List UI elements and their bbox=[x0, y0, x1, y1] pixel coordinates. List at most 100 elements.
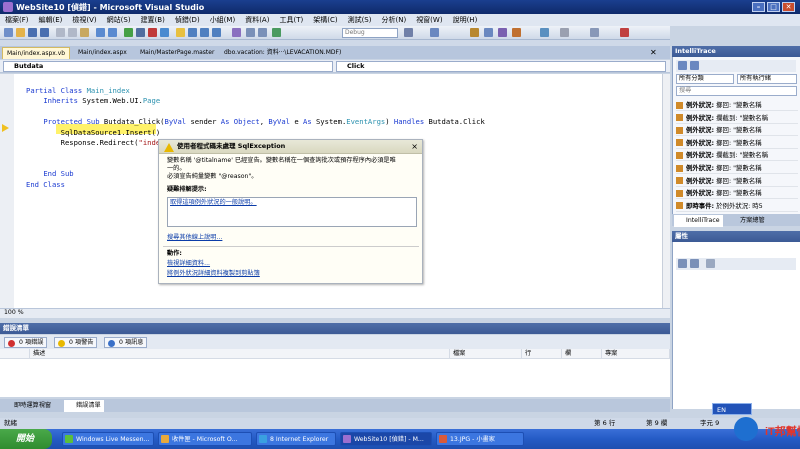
cut-icon[interactable] bbox=[56, 28, 65, 37]
options-icon[interactable] bbox=[620, 28, 629, 37]
tab-solution-explorer[interactable]: 方案總管 bbox=[728, 215, 768, 227]
close-button[interactable]: ✕ bbox=[782, 2, 795, 12]
alphabetical-icon[interactable] bbox=[690, 259, 699, 268]
continue-icon[interactable] bbox=[124, 28, 133, 37]
column-file[interactable]: 檔案 bbox=[450, 349, 522, 359]
menu-data[interactable]: 資料(A) bbox=[240, 14, 274, 26]
copy-exception-link[interactable]: 將例外狀況詳細資料複製到剪貼簿 bbox=[167, 270, 260, 278]
copy-icon[interactable] bbox=[68, 28, 77, 37]
thread-filter[interactable]: 所有執行緒 bbox=[737, 74, 797, 84]
save-all-icon[interactable] bbox=[40, 28, 49, 37]
exception-event-icon bbox=[676, 126, 683, 134]
view-detail-link[interactable]: 檢視詳細資料... bbox=[167, 260, 210, 268]
maximize-button[interactable]: □ bbox=[767, 2, 780, 12]
show-next-statement-icon[interactable] bbox=[176, 28, 185, 37]
restart-icon[interactable] bbox=[160, 28, 169, 37]
editor-vertical-scrollbar[interactable] bbox=[662, 74, 670, 308]
search-online-link[interactable]: 搜尋其他線上說明... bbox=[167, 234, 222, 242]
redo-icon[interactable] bbox=[108, 28, 117, 37]
menu-edit[interactable]: 編輯(E) bbox=[34, 14, 68, 26]
menu-analyze[interactable]: 分析(N) bbox=[376, 14, 411, 26]
task-internet-explorer[interactable]: 8 Internet Explorer bbox=[256, 432, 336, 446]
task-live-messenger[interactable]: Windows Live Messen... bbox=[62, 432, 154, 446]
method-name-combo[interactable]: Click bbox=[336, 61, 666, 72]
menu-test[interactable]: 測試(S) bbox=[343, 14, 377, 26]
tab-index-aspx[interactable]: Main/index.aspx bbox=[74, 47, 131, 59]
intellitrace-event[interactable]: 例外狀況: 擲回: "變數名稱 bbox=[676, 175, 798, 187]
extension-manager-icon[interactable] bbox=[560, 28, 569, 37]
intellitrace-event[interactable]: 例外狀況: 擲回: "變數名稱 bbox=[676, 124, 798, 137]
code-line: Partial Class Main_index bbox=[26, 86, 130, 95]
events-view-icon[interactable] bbox=[678, 61, 687, 70]
task-visual-studio[interactable]: WebSite10 [偵錯] - M... bbox=[340, 432, 432, 446]
column-project[interactable]: 專案 bbox=[602, 349, 670, 359]
undo-icon[interactable] bbox=[96, 28, 105, 37]
menu-debug[interactable]: 偵錯(D) bbox=[170, 14, 205, 26]
toolbox-icon[interactable] bbox=[512, 28, 521, 37]
platform-icon[interactable] bbox=[404, 28, 413, 37]
intellitrace-event[interactable]: 例外狀況: 擲回: "變數名稱 bbox=[676, 137, 798, 149]
tab-immediate-window[interactable]: 即時運算視窗 bbox=[2, 400, 54, 412]
save-icon[interactable] bbox=[28, 28, 37, 37]
step-over-icon[interactable] bbox=[200, 28, 209, 37]
popup-close-icon[interactable]: × bbox=[411, 142, 418, 151]
category-filter[interactable]: 所有分類 bbox=[676, 74, 734, 84]
calls-view-icon[interactable] bbox=[690, 61, 699, 70]
intellitrace-event[interactable]: 例外狀況: 攔截到: "變數名稱 bbox=[676, 112, 798, 124]
menu-build[interactable]: 建置(B) bbox=[136, 14, 170, 26]
new-project-icon[interactable] bbox=[4, 28, 13, 37]
messages-filter-button[interactable]: 0 項訊息 bbox=[104, 337, 148, 348]
paste-icon[interactable] bbox=[80, 28, 89, 37]
tab-index-aspx-vb[interactable]: Main/index.aspx.vb bbox=[2, 47, 71, 59]
tab-error-list[interactable]: 錯誤清單 bbox=[64, 400, 104, 412]
zoom-level[interactable]: 100 % bbox=[4, 309, 24, 316]
column-line[interactable]: 行 bbox=[522, 349, 562, 359]
tab-masterpage[interactable]: Main/MasterPage.master bbox=[136, 47, 218, 59]
close-document-icon[interactable]: ✕ bbox=[650, 48, 657, 57]
intellitrace-event[interactable]: 例外狀況: 攔截到: "變數名稱 bbox=[676, 149, 798, 162]
tab-intellitrace[interactable]: IntelliTrace bbox=[674, 215, 723, 227]
menu-view[interactable]: 檢視(V) bbox=[67, 14, 101, 26]
intellitrace-event[interactable]: 例外狀況: 擲回: "變數名稱 bbox=[676, 162, 798, 174]
properties-window-icon[interactable] bbox=[484, 28, 493, 37]
object-browser-icon[interactable] bbox=[498, 28, 507, 37]
start-button[interactable]: 開始 bbox=[0, 429, 52, 449]
uncomment-icon[interactable] bbox=[258, 28, 267, 37]
command-window-icon[interactable] bbox=[590, 28, 599, 37]
intellitrace-search[interactable]: 搜尋 bbox=[676, 86, 797, 96]
column-description[interactable]: 描述 bbox=[30, 349, 450, 359]
stop-debugging-icon[interactable] bbox=[148, 28, 157, 37]
solution-explorer-icon[interactable] bbox=[470, 28, 479, 37]
warnings-filter-button[interactable]: 0 項警告 bbox=[54, 337, 98, 348]
menu-tools[interactable]: 工具(T) bbox=[274, 14, 308, 26]
start-page-icon[interactable] bbox=[540, 28, 549, 37]
property-pages-icon[interactable] bbox=[706, 259, 715, 268]
menu-help[interactable]: 說明(H) bbox=[448, 14, 483, 26]
categorized-icon[interactable] bbox=[678, 259, 687, 268]
solution-config-select[interactable]: Debug bbox=[342, 28, 398, 38]
minimize-button[interactable]: – bbox=[752, 2, 765, 12]
start-debugging-icon[interactable] bbox=[272, 28, 281, 37]
comment-icon[interactable] bbox=[246, 28, 255, 37]
intellitrace-event[interactable]: 即時事件: 於例外狀況: 時5 bbox=[676, 200, 798, 212]
task-paint[interactable]: 13.JPG - 小畫家 bbox=[436, 432, 524, 446]
step-into-icon[interactable] bbox=[188, 28, 197, 37]
menu-website[interactable]: 網站(S) bbox=[102, 14, 136, 26]
find-icon[interactable] bbox=[232, 28, 241, 37]
tip-link[interactable]: 取得這項例外狀況的一般說明。 bbox=[170, 199, 257, 207]
tab-vacation-table[interactable]: dbo.vacation: 資料···\LEVACATION.MDF) bbox=[220, 47, 345, 59]
open-icon[interactable] bbox=[16, 28, 25, 37]
menu-architecture[interactable]: 架構(C) bbox=[308, 14, 342, 26]
column-col[interactable]: 欄 bbox=[562, 349, 602, 359]
task-outlook[interactable]: 收件匣 - Microsoft O... bbox=[158, 432, 252, 446]
find-in-files-icon[interactable] bbox=[430, 28, 439, 37]
intellitrace-event[interactable]: 例外狀況: 擲回: "變數名稱 bbox=[676, 99, 798, 111]
errors-filter-button[interactable]: 0 項錯誤 bbox=[4, 337, 48, 348]
intellitrace-event[interactable]: 例外狀況: 擲回: "變數名稱 bbox=[676, 187, 798, 200]
menu-file[interactable]: 檔案(F) bbox=[0, 14, 34, 26]
step-out-icon[interactable] bbox=[212, 28, 221, 37]
break-all-icon[interactable] bbox=[136, 28, 145, 37]
menu-team[interactable]: 小組(M) bbox=[205, 14, 241, 26]
class-name-combo[interactable]: Butdata bbox=[3, 61, 333, 72]
menu-window[interactable]: 視窗(W) bbox=[411, 14, 447, 26]
